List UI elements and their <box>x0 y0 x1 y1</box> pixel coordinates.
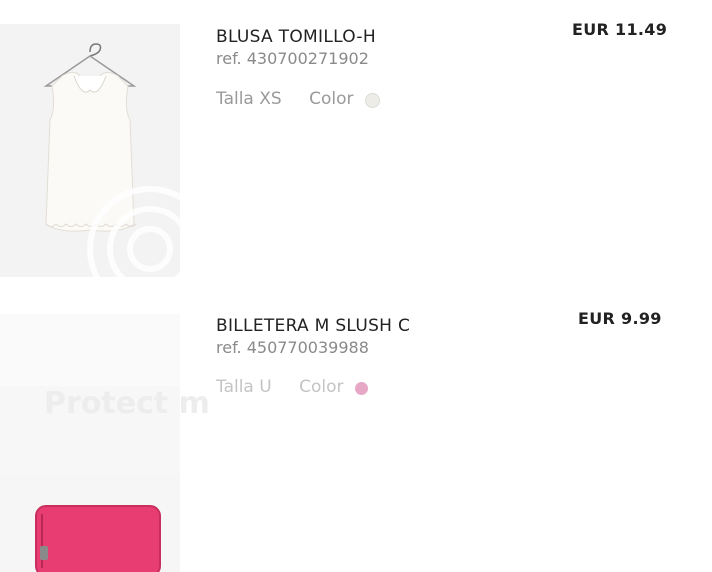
product-image[interactable] <box>0 24 180 277</box>
product-price: EUR 9.99 <box>578 309 662 328</box>
cart-item: BLUSA TOMILLO-H ref. 430700271902 Talla … <box>0 0 712 290</box>
color-swatch <box>364 92 380 108</box>
product-image[interactable] <box>0 314 180 572</box>
size-label: Talla XS <box>216 89 282 109</box>
product-name[interactable]: BLUSA TOMILLO-H <box>216 27 376 47</box>
wallet-image <box>0 314 180 572</box>
product-attributes: Talla XS Color <box>216 89 380 109</box>
product-name[interactable]: BILLETERA M SLUSH C <box>216 316 410 336</box>
product-attributes: Talla U Color <box>216 377 368 397</box>
blouse-image <box>0 24 180 277</box>
color-label: Color <box>309 89 354 109</box>
color-swatch <box>354 381 368 395</box>
cart-item: BILLETERA M SLUSH C ref. 450770039988 Ta… <box>0 290 712 572</box>
size-label: Talla U <box>216 377 272 397</box>
product-ref: ref. 430700271902 <box>216 49 369 68</box>
product-price: EUR 11.49 <box>572 20 668 39</box>
watermark-text: Protect m <box>44 386 210 421</box>
color-label: Color <box>299 377 344 397</box>
product-ref: ref. 450770039988 <box>216 338 369 357</box>
